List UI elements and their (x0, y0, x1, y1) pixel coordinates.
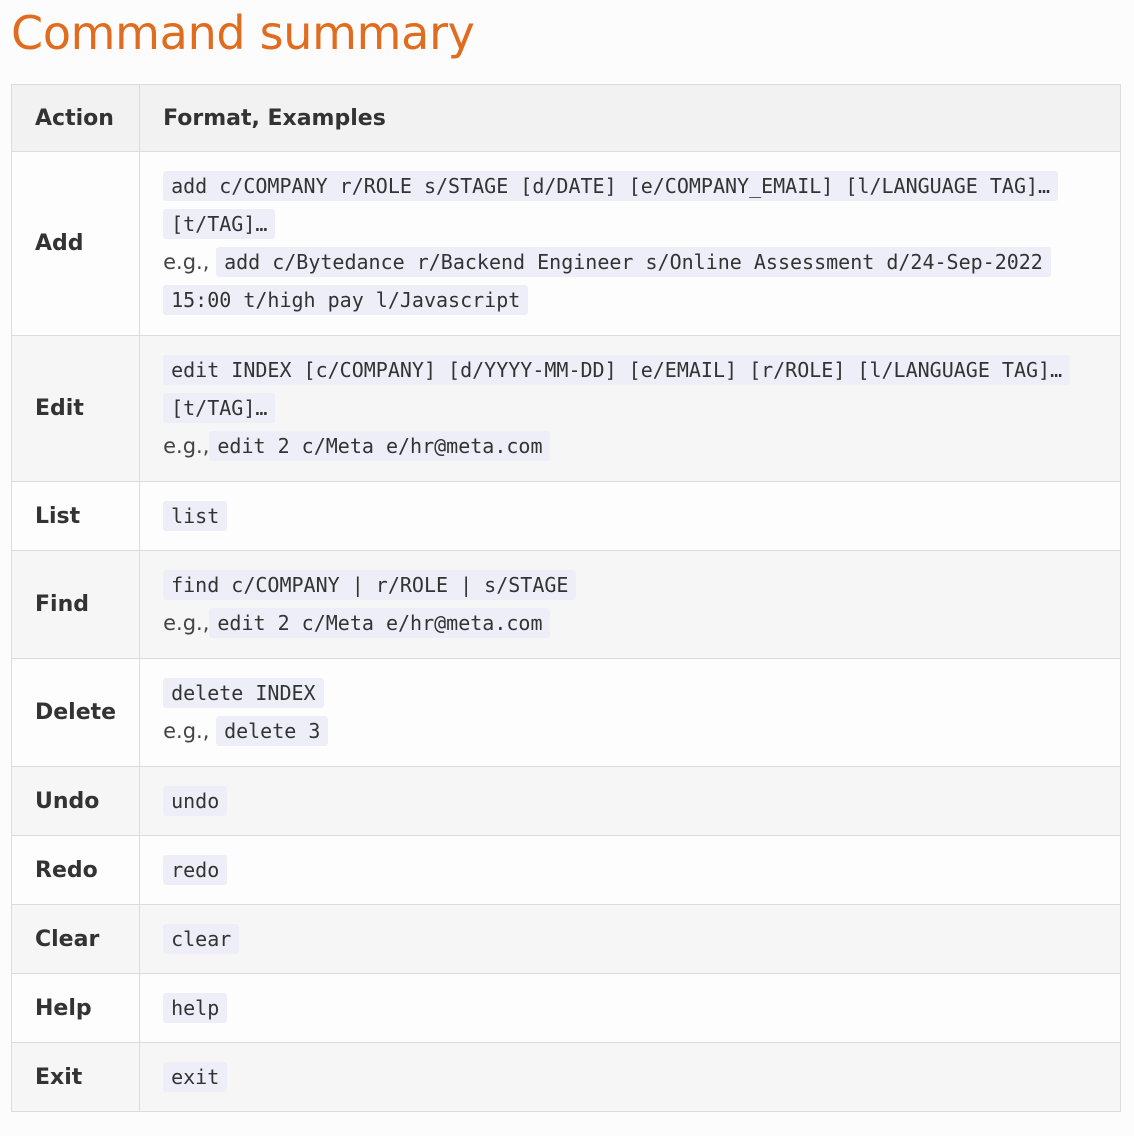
format-code: delete INDEX (163, 678, 324, 708)
format-cell: edit INDEX [c/COMPANY] [d/YYYY-MM-DD] [e… (139, 335, 1121, 482)
table-row-list: List list (11, 481, 1121, 551)
table-row-edit: Edit edit INDEX [c/COMPANY] [d/YYYY-MM-D… (11, 335, 1121, 482)
action-cell: Edit (11, 335, 141, 482)
format-line: delete INDEX (163, 674, 1097, 712)
format-code: undo (163, 786, 228, 816)
table-row-find: Find find c/COMPANY | r/ROLE | s/STAGE e… (11, 550, 1121, 659)
example-line: e.g., add c/Bytedance r/Backend Engineer… (163, 243, 1097, 319)
format-line: edit INDEX [c/COMPANY] [d/YYYY-MM-DD] [e… (163, 351, 1097, 427)
table-row-undo: Undo undo (11, 766, 1121, 836)
format-cell: exit (139, 1042, 1121, 1112)
table-header-row: Action Format, Examples (11, 84, 1121, 152)
command-summary-table: Action Format, Examples Add add c/COMPAN… (11, 84, 1121, 1112)
format-code: clear (163, 924, 240, 954)
format-code: help (163, 993, 228, 1023)
table-row-redo: Redo redo (11, 835, 1121, 905)
format-code: find c/COMPANY | r/ROLE | s/STAGE (163, 570, 577, 600)
header-action: Action (11, 84, 141, 152)
example-prefix: e.g., (163, 611, 210, 635)
table-row-delete: Delete delete INDEX e.g., delete 3 (11, 658, 1121, 767)
example-line: e.g., delete 3 (163, 712, 1097, 750)
page: Command summary Action Format, Examples … (0, 0, 1134, 1136)
example-code: delete 3 (216, 716, 329, 746)
example-code: add c/Bytedance r/Backend Engineer s/Onl… (163, 247, 1051, 315)
format-code: redo (163, 855, 228, 885)
example-line: e.g., edit 2 c/Meta e/hr@meta.com (163, 604, 1097, 642)
format-code: list (163, 501, 228, 531)
example-code: edit 2 c/Meta e/hr@meta.com (209, 608, 551, 638)
action-cell: Exit (11, 1042, 141, 1112)
format-code: add c/COMPANY r/ROLE s/STAGE [d/DATE] [e… (163, 171, 1059, 239)
action-cell: Help (11, 973, 141, 1043)
format-cell: redo (139, 835, 1121, 905)
action-cell: Clear (11, 904, 141, 974)
action-cell: Undo (11, 766, 141, 836)
example-prefix: e.g., (163, 434, 210, 458)
example-code: edit 2 c/Meta e/hr@meta.com (209, 431, 551, 461)
table-row-clear: Clear clear (11, 904, 1121, 974)
action-cell: List (11, 481, 141, 551)
action-cell: Delete (11, 658, 141, 767)
table-row-exit: Exit exit (11, 1042, 1121, 1112)
format-cell: find c/COMPANY | r/ROLE | s/STAGE e.g., e… (139, 550, 1121, 659)
table-row-add: Add add c/COMPANY r/ROLE s/STAGE [d/DATE… (11, 151, 1121, 336)
format-cell: add c/COMPANY r/ROLE s/STAGE [d/DATE] [e… (139, 151, 1121, 336)
page-title: Command summary (11, 6, 475, 60)
format-line: add c/COMPANY r/ROLE s/STAGE [d/DATE] [e… (163, 167, 1097, 243)
example-line: e.g., edit 2 c/Meta e/hr@meta.com (163, 427, 1097, 465)
example-prefix: e.g., (163, 250, 210, 274)
example-prefix: e.g., (163, 719, 210, 743)
action-cell: Add (11, 151, 141, 336)
action-cell: Find (11, 550, 141, 659)
action-cell: Redo (11, 835, 141, 905)
format-code: edit INDEX [c/COMPANY] [d/YYYY-MM-DD] [e… (163, 355, 1071, 423)
table-row-help: Help help (11, 973, 1121, 1043)
format-cell: delete INDEX e.g., delete 3 (139, 658, 1121, 767)
format-cell: clear (139, 904, 1121, 974)
format-line: find c/COMPANY | r/ROLE | s/STAGE (163, 566, 1097, 604)
format-cell: list (139, 481, 1121, 551)
format-cell: help (139, 973, 1121, 1043)
format-cell: undo (139, 766, 1121, 836)
header-format: Format, Examples (139, 84, 1121, 152)
format-code: exit (163, 1062, 228, 1092)
